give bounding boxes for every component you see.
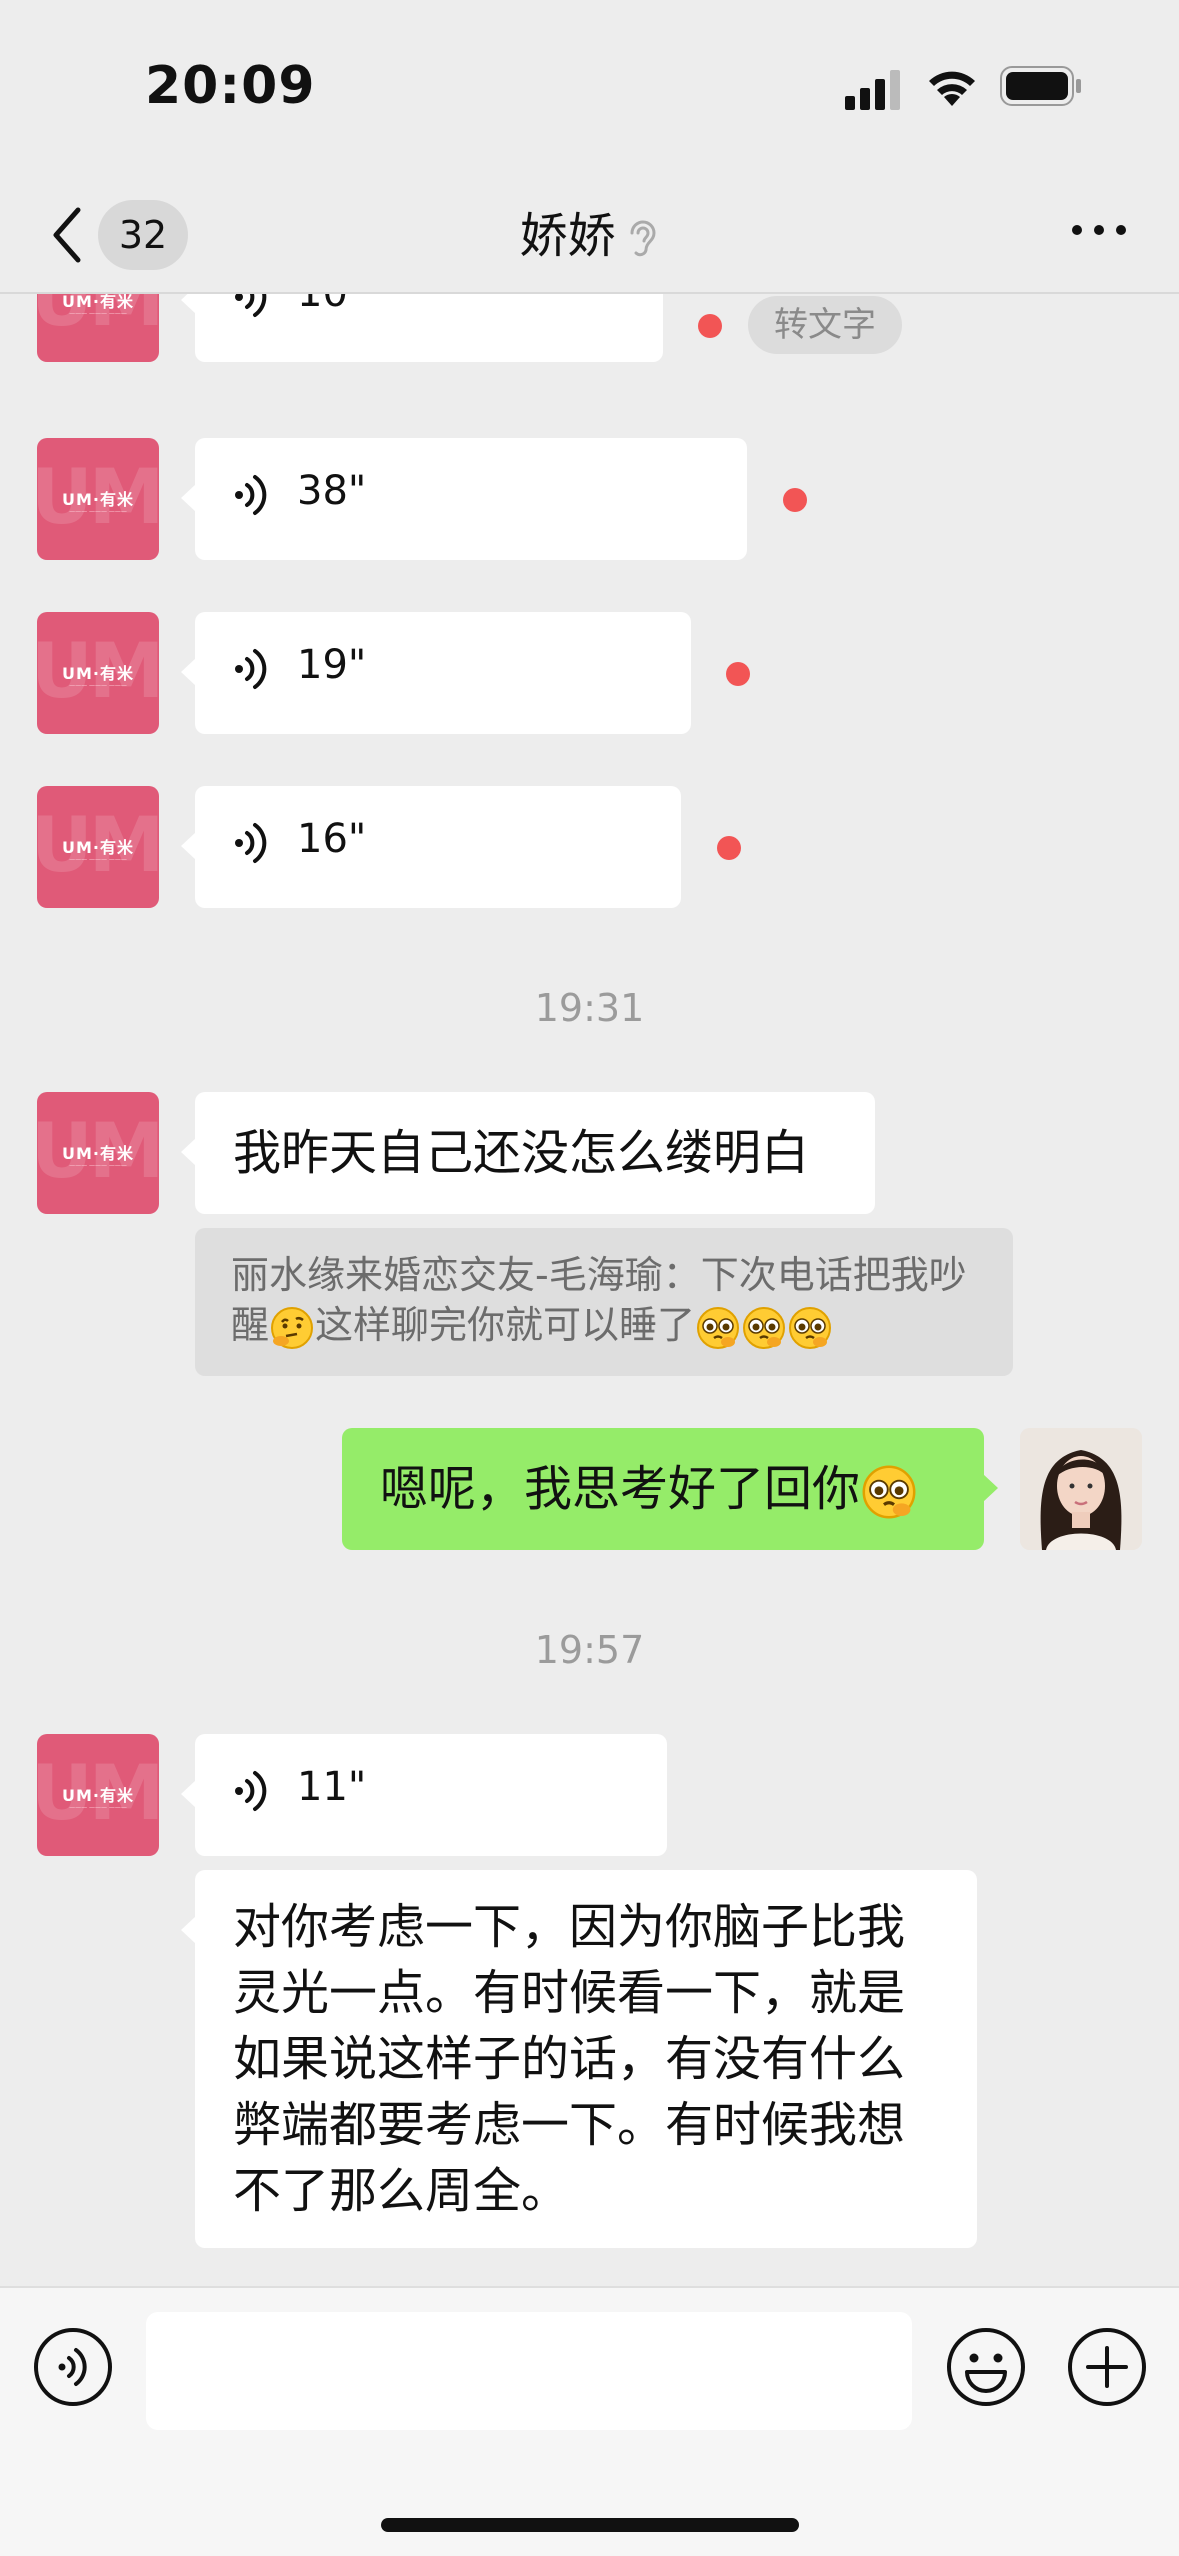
voice-message[interactable]: 10" <box>181 294 663 362</box>
user-portrait-image <box>1020 1428 1142 1550</box>
contact-avatar[interactable]: UM UM·有米 ——— ——— ——— <box>37 612 159 734</box>
unread-dot <box>717 836 741 860</box>
avatar-brand: UM·有米 <box>62 1786 134 1805</box>
voice-message[interactable]: 19" <box>181 612 691 734</box>
avatar-brand: UM·有米 <box>62 1144 134 1163</box>
plus-icon[interactable] <box>1066 2326 1148 2408</box>
more-icon[interactable] <box>1069 210 1129 250</box>
chat-title: 娇娇 <box>519 208 616 264</box>
signal-icon <box>845 70 900 110</box>
message-input[interactable] <box>146 2312 912 2430</box>
voice-wave-icon <box>235 475 267 515</box>
message-text: 嗯呢，我思考好了回你 <box>380 1456 918 1522</box>
text-message[interactable]: 对你考虑一下，因为你脑子比我 灵光一点。有时候看一下，就是 如果说这样子的话，有… <box>181 1870 977 2248</box>
voice-duration: 19" <box>297 642 367 688</box>
message-line: 对你考虑一下，因为你脑子比我 <box>233 1899 906 1955</box>
chat-message-list[interactable]: UM UM·有米 ——— ——— ——— 10" 转文字 UM UM·有米 ——… <box>0 294 1179 2286</box>
sent-message[interactable]: 嗯呢，我思考好了回你 <box>342 1428 998 1550</box>
input-bar <box>0 2286 1179 2556</box>
voice-wave-icon <box>235 1771 267 1811</box>
unread-dot <box>783 488 807 512</box>
contact-avatar[interactable]: UM UM·有米 ——— ——— ——— <box>37 294 159 362</box>
pleading-face-emoji <box>697 1306 740 1349</box>
contact-avatar[interactable]: UM UM·有米 ——— ——— ——— <box>37 786 159 908</box>
contact-avatar[interactable]: UM UM·有米 ——— ——— ——— <box>37 1092 159 1214</box>
voice-message[interactable]: 38" <box>181 438 747 560</box>
voice-wave-icon <box>235 823 267 863</box>
battery-icon <box>1000 66 1081 106</box>
quoted-text-tail: 这样聊完你就可以睡了 <box>315 1303 696 1347</box>
ear-icon <box>630 220 656 257</box>
quoted-message[interactable]: 丽水缘来婚恋交友-毛海瑜：下次电话把我吵醒 这样聊完你就可以睡了 <box>195 1228 1013 1376</box>
voice-duration: 38" <box>297 468 367 514</box>
voice-message[interactable]: 11" <box>181 1734 667 1856</box>
wifi-icon <box>929 71 975 106</box>
avatar-brand: UM·有米 <box>62 838 134 857</box>
avatar-brand-sub: ——— ——— ——— <box>69 682 127 689</box>
status-time: 20:09 <box>145 56 316 116</box>
voice-wave-icon <box>235 649 267 689</box>
text-message[interactable]: 我昨天自己还没怎么缕明白 <box>181 1092 875 1214</box>
avatar-brand: UM·有米 <box>62 490 134 509</box>
message-text: 我昨天自己还没怎么缕明白 <box>233 1125 810 1181</box>
chat-title-row: 娇娇 <box>0 196 1179 266</box>
avatar-brand-sub: ——— ——— ——— <box>69 310 127 317</box>
sent-message-text: 嗯呢，我思考好了回你 <box>380 1461 861 1517</box>
contact-avatar[interactable]: UM UM·有米 ——— ——— ——— <box>37 1734 159 1856</box>
unread-dot <box>726 662 750 686</box>
status-bar: 20:09 <box>0 0 1179 170</box>
avatar-brand-sub: ——— ——— ——— <box>69 508 127 515</box>
emoji-icon[interactable] <box>945 2326 1027 2408</box>
voice-message[interactable]: 16" <box>181 786 681 908</box>
voice-duration: 16" <box>297 816 367 862</box>
pleading-face-emoji <box>743 1306 786 1349</box>
avatar-brand-sub: ——— ——— ——— <box>69 1162 127 1169</box>
message-line: 如果说这样子的话，有没有什么 <box>233 2031 906 2087</box>
pleading-face-emoji <box>862 1465 916 1519</box>
voice-duration: 10" <box>297 294 366 316</box>
message-line: 灵光一点。有时候看一下，就是 <box>233 1965 906 2021</box>
contact-avatar[interactable]: UM UM·有米 ——— ——— ——— <box>37 438 159 560</box>
avatar-brand: UM·有米 <box>62 664 134 683</box>
quoted-text: 丽水缘来婚恋交友-毛海瑜：下次电话把我吵醒 这样聊完你就可以睡了 <box>231 1250 983 1351</box>
avatar-brand-sub: ——— ——— ——— <box>69 856 127 863</box>
voice-toggle-icon[interactable] <box>32 2326 114 2408</box>
transcribe-button[interactable]: 转文字 <box>748 296 902 354</box>
thinking-face-emoji <box>271 1306 314 1349</box>
voice-wave-icon <box>235 294 267 317</box>
voice-duration: 11" <box>297 1764 367 1810</box>
message-line: 不了那么周全。 <box>233 2163 570 2219</box>
message-timestamp: 19:57 <box>534 1628 645 1672</box>
home-indicator <box>381 2518 799 2532</box>
avatar-brand-sub: ——— ——— ——— <box>69 1804 127 1811</box>
chat-header: 32 娇娇 <box>0 170 1179 294</box>
my-avatar[interactable] <box>1020 1428 1142 1550</box>
message-timestamp: 19:31 <box>534 986 645 1030</box>
pleading-face-emoji <box>789 1306 832 1349</box>
message-text: 对你考虑一下，因为你脑子比我 灵光一点。有时候看一下，就是 如果说这样子的话，有… <box>233 1894 905 2224</box>
unread-dot <box>698 314 722 338</box>
message-line: 弊端都要考虑一下。有时候我想 <box>233 2097 906 2153</box>
